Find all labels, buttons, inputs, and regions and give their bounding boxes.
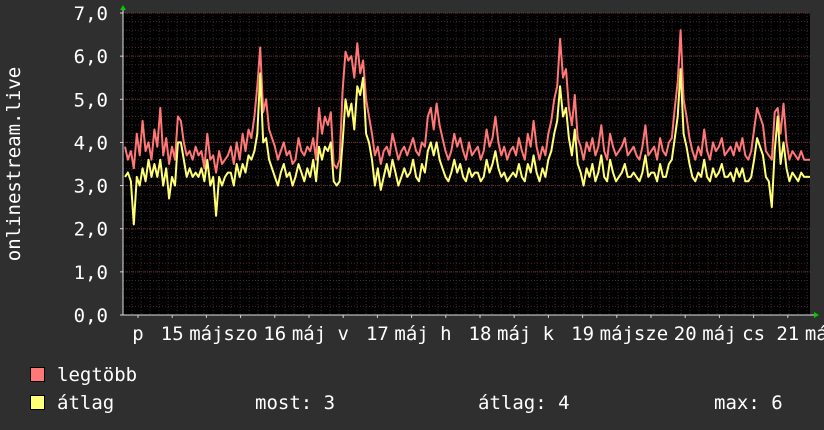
x-tick-label: 21 (776, 323, 799, 345)
y-tick-label: 7,0 (74, 3, 108, 25)
x-tick-label: 19 (571, 323, 594, 345)
x-axis-arrow (814, 312, 819, 318)
y-tick-label: 5,0 (74, 89, 108, 111)
y-axis-title: onlinestream.live (3, 66, 25, 262)
stat-average: átlag: 4 (478, 392, 570, 414)
x-tick-label: 15 (161, 323, 184, 345)
x-tick-label: máj (292, 323, 326, 345)
stat-current: most: 3 (255, 392, 336, 414)
x-tick-label: máj (394, 323, 428, 345)
y-tick-label: 2,0 (74, 219, 108, 241)
x-tick-label: v (337, 323, 348, 345)
y-tick-label: 4,0 (74, 132, 108, 154)
x-tick-label: máj (805, 323, 824, 345)
x-tick-label: máj (189, 323, 223, 345)
x-tick-label: 16 (263, 323, 286, 345)
y-axis-ticks: 0,0 1,0 2,0 3,0 4,0 5,0 6,0 7,0 (74, 3, 123, 327)
legend-label-max: legtöbb (57, 364, 138, 386)
legend-label-avg: átlag (57, 392, 115, 414)
stat-max: max: 6 (714, 392, 783, 414)
legend-item-max: legtöbb (30, 363, 137, 387)
x-tick-label: 20 (674, 323, 697, 345)
legend-item-avg: átlag (30, 391, 114, 415)
y-tick-label: 1,0 (74, 262, 108, 284)
x-tick-label: h (440, 323, 451, 345)
y-axis-arrow (120, 5, 126, 10)
x-tick-label: 17 (366, 323, 389, 345)
x-tick-label: máj (600, 323, 634, 345)
y-tick-label: 0,0 (74, 305, 108, 327)
x-tick-label: k (543, 323, 555, 345)
legend-swatch-max (30, 367, 45, 382)
legend-swatch-avg (30, 395, 45, 410)
plot-area (123, 13, 810, 315)
x-tick-label: p (132, 323, 143, 345)
x-tick-label: cs (742, 323, 765, 345)
x-tick-label: 18 (469, 323, 492, 345)
y-tick-label: 6,0 (74, 46, 108, 68)
x-tick-label: máj (702, 323, 736, 345)
x-axis-ticks: p 15 máj szo 16 máj v 17 máj h 18 máj k 19 máj sze 20 máj… (132, 315, 824, 345)
y-tick-label: 3,0 (74, 176, 108, 198)
x-tick-label: sze (634, 323, 668, 345)
x-tick-label: máj (497, 323, 531, 345)
x-tick-label: szo (223, 323, 257, 345)
